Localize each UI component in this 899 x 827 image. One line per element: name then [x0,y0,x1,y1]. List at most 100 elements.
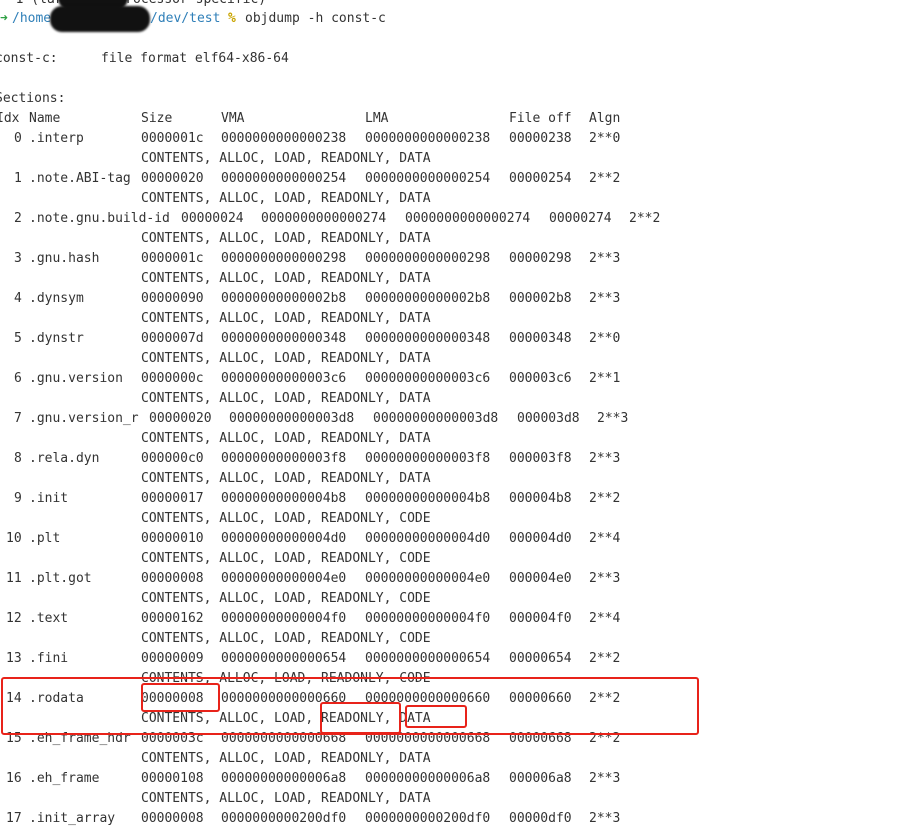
section-lma: 0000000000000654 [365,651,491,666]
section-flags: CONTENTS, ALLOC, LOAD, READONLY, CODE [141,551,431,566]
section-vma: 00000000000003d8 [229,411,355,426]
section-file-off: 00000df0 [509,811,572,826]
section-file-off: 000003f8 [509,451,572,466]
section-vma: 0000000000000348 [221,331,347,346]
section-size: 00000024 [181,211,244,226]
section-file-off: 00000238 [509,131,572,146]
section-vma: 00000000000004f0 [221,611,347,626]
section-vma: 0000000000000238 [221,131,347,146]
section-flags: CONTENTS, ALLOC, LOAD, READONLY, CODE [141,591,431,606]
prompt-line[interactable]: ➜ /home /dev/test % objdump -h const-c [0,6,386,32]
section-file-off: 00000654 [509,651,572,666]
section-algn: 2**3 [589,771,621,786]
section-file-off: 000003c6 [509,371,572,386]
section-flags: CONTENTS, ALLOC, LOAD, READONLY, DATA [141,191,431,206]
section-vma: 00000000000003c6 [221,371,347,386]
section-vma: 0000000000000274 [261,211,387,226]
section-idx: 11 [6,571,22,586]
redaction-mark [50,6,150,32]
file-format: file format elf64-x86-64 [101,51,289,66]
section-idx: 9 [14,491,22,506]
section-algn: 2**3 [589,291,621,306]
section-flags: CONTENTS, ALLOC, LOAD, READONLY, DATA [141,311,431,326]
section-lma: 0000000000000668 [365,731,491,746]
section-vma: 0000000000200df0 [221,811,347,826]
section-flags: CONTENTS, ALLOC, LOAD, READONLY, DATA [141,271,431,286]
section-algn: 2**4 [589,611,621,626]
section-size: 00000020 [149,411,212,426]
section-idx: 10 [6,531,22,546]
section-file-off: 00000274 [549,211,612,226]
section-size: 0000000c [141,371,204,386]
section-size: 00000010 [141,531,204,546]
section-vma: 0000000000000298 [221,251,347,266]
header-lma: LMA [365,111,389,126]
terminal-window[interactable]: 1 (largest) (processor specific) ➜ /home… [0,0,899,827]
section-size: 00000162 [141,611,204,626]
section-idx: 7 [14,411,22,426]
section-name: .note.ABI-tag [29,171,131,186]
section-size: 00000090 [141,291,204,306]
section-lma: 0000000000000660 [365,691,491,706]
file-format-line: const-c: file format elf64-x86-64 [0,49,289,69]
section-lma: 0000000000200df0 [365,811,491,826]
section-lma: 00000000000003f8 [365,451,491,466]
section-file-off: 000004d0 [509,531,572,546]
section-name: .interp [29,131,84,146]
section-size: 00000108 [141,771,204,786]
section-size: 0000001c [141,131,204,146]
section-size: 0000001c [141,251,204,266]
section-size: 00000017 [141,491,204,506]
prompt-symbol: % [228,11,236,26]
section-name: .rodata [29,691,84,706]
section-lma: 00000000000004f0 [365,611,491,626]
section-vma: 00000000000004e0 [221,571,347,586]
section-flags: CONTENTS, ALLOC, LOAD, READONLY, DATA [141,351,431,366]
section-name: .dynsym [29,291,84,306]
section-name: .dynstr [29,331,84,346]
section-name: .init_array [29,811,116,826]
section-file-off: 00000348 [509,331,572,346]
section-algn: 2**3 [589,811,621,826]
section-vma: 00000000000002b8 [221,291,347,306]
section-lma: 00000000000002b8 [365,291,491,306]
header-idx: Idx [0,111,20,126]
section-algn: 2**0 [589,331,621,346]
section-idx: 3 [14,251,22,266]
section-name: .rela.dyn [29,451,100,466]
section-file-off: 000004b8 [509,491,572,506]
section-file-off: 000004e0 [509,571,572,586]
header-file-off: File off [509,111,572,126]
section-name: .gnu.version_r [29,411,139,426]
header-vma: VMA [221,111,245,126]
section-algn: 2**3 [589,571,621,586]
section-lma: 00000000000004d0 [365,531,491,546]
section-size: 00000008 [141,811,204,826]
section-idx: 5 [14,331,22,346]
section-vma: 00000000000004b8 [221,491,347,506]
section-idx: 8 [14,451,22,466]
section-vma: 0000000000000668 [221,731,347,746]
section-algn: 2**3 [597,411,629,426]
section-vma: 00000000000003f8 [221,451,347,466]
section-idx: 16 [6,771,22,786]
section-algn: 2**2 [589,491,621,506]
section-lma: 00000000000004b8 [365,491,491,506]
section-algn: 2**4 [589,531,621,546]
sections-header-row: Idx Name Size VMA LMA File off Algn [0,109,620,129]
section-algn: 2**1 [589,371,621,386]
section-size: 00000020 [141,171,204,186]
section-size: 0000003c [141,731,204,746]
section-name: .eh_frame_hdr [29,731,131,746]
section-name: .eh_frame [29,771,100,786]
section-lma: 0000000000000238 [365,131,491,146]
sections-title-text: Sections: [0,91,66,106]
section-name: .text [29,611,69,626]
section-algn: 2**2 [589,731,621,746]
section-lma: 00000000000006a8 [365,771,491,786]
section-lma: 0000000000000274 [405,211,531,226]
section-name: .gnu.version [29,371,123,386]
section-flags: CONTENTS, ALLOC, LOAD, READONLY, DATA [141,431,431,446]
command-text[interactable]: objdump -h const-c [245,9,386,29]
section-file-off: 000006a8 [509,771,572,786]
